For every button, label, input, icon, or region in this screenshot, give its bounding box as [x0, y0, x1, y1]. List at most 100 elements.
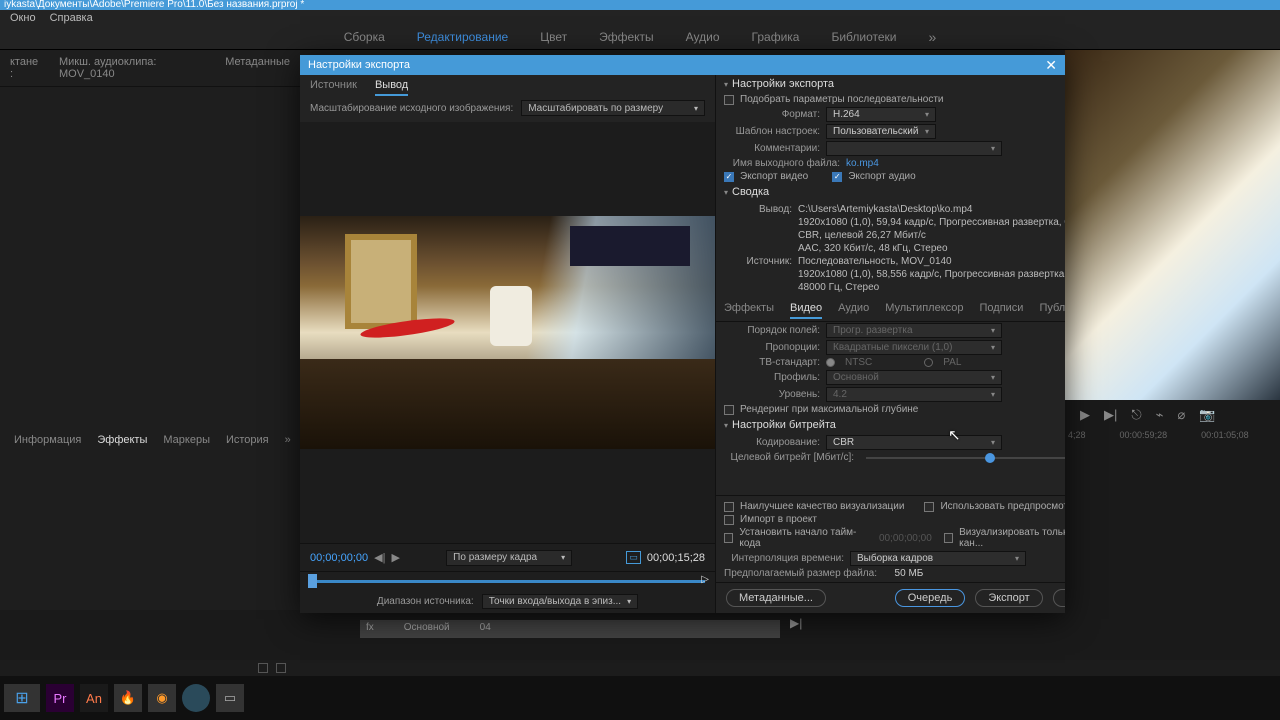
profile-select[interactable]: Основной — [826, 370, 1002, 385]
fit-select[interactable]: По размеру кадра — [446, 550, 572, 566]
lp-effects[interactable]: Эффекты — [97, 434, 147, 446]
taskbar-premiere-icon[interactable]: Pr — [46, 684, 74, 712]
range-select[interactable]: Точки входа/выхода в эпиз... — [482, 594, 638, 609]
vtab-effects[interactable]: Эффекты — [724, 302, 774, 319]
range-label: Диапазон источника: — [377, 596, 474, 607]
tl-play-icon[interactable]: ▶ — [1080, 407, 1090, 423]
menu-window[interactable]: Окно — [10, 12, 36, 24]
aspect-icon[interactable]: ▭ — [626, 551, 641, 564]
preview-area — [300, 122, 715, 543]
encoding-select[interactable]: CBR — [826, 435, 1002, 450]
bitrate-slider[interactable] — [866, 457, 1065, 459]
vtab-audio[interactable]: Аудио — [838, 302, 869, 319]
outname-label: Имя выходного файла: — [724, 158, 840, 169]
ws-audio[interactable]: Аудио — [686, 30, 720, 44]
ws-editing[interactable]: Редактирование — [417, 30, 508, 44]
vtab-publish[interactable]: Публикац... — [1039, 302, 1065, 319]
format-select[interactable]: H.264 — [826, 107, 936, 122]
match-seq-label: Подобрать параметры последовательности — [740, 94, 944, 105]
left-tab-2[interactable]: Микш. аудиоклипа: MOV_0140 — [59, 56, 209, 80]
status-icon-2[interactable] — [276, 663, 286, 673]
scrub-playhead[interactable] — [308, 574, 317, 588]
timecode-in[interactable]: 00;00;00;00 — [310, 552, 368, 564]
preset-label: Шаблон настроек: — [724, 126, 820, 137]
queue-button[interactable]: Очередь — [895, 589, 966, 607]
taskbar-chrome-icon[interactable] — [182, 684, 210, 712]
field-order-select[interactable]: Прогр. развертка — [826, 323, 1002, 338]
start-button[interactable]: ⊞ — [4, 684, 40, 712]
dialog-titlebar[interactable]: Настройки экспорта ✕ — [300, 55, 1065, 75]
tab-output[interactable]: Вывод — [375, 79, 408, 96]
tl-btn-c[interactable]: ⌀ — [1178, 407, 1186, 423]
lp-more[interactable]: » — [285, 434, 291, 446]
set-tc-checkbox[interactable] — [724, 533, 733, 543]
aspect-select[interactable]: Квадратные пиксели (1,0) — [826, 340, 1002, 355]
ws-libraries[interactable]: Библиотеки — [831, 30, 896, 44]
comment-input[interactable] — [826, 141, 1002, 156]
bitrate-head[interactable]: Настройки битрейта — [716, 416, 1065, 434]
preset-select[interactable]: Пользовательский — [826, 124, 936, 139]
vtab-mux[interactable]: Мультиплексор — [885, 302, 963, 319]
export-audio-checkbox[interactable] — [832, 172, 842, 182]
play-icon[interactable]: ▶ — [391, 551, 399, 564]
scale-label: Масштабирование исходного изображения: — [310, 103, 513, 114]
tab-source[interactable]: Источник — [310, 79, 357, 96]
scale-select[interactable]: Масштабировать по размеру — [521, 100, 705, 116]
ws-graphics[interactable]: Графика — [752, 30, 800, 44]
tl-step-icon[interactable]: ▶| — [1104, 407, 1117, 423]
lp-history[interactable]: История — [226, 434, 269, 446]
export-video-label: Экспорт видео — [740, 171, 808, 182]
play-in-icon[interactable]: ◀| — [374, 551, 385, 564]
export-settings-dialog: Настройки экспорта ✕ Источник Вывод Масш… — [300, 55, 1065, 613]
timeline-clip[interactable]: fx Основной 04 — [360, 620, 780, 638]
interp-select[interactable]: Выборка кадров — [850, 551, 1026, 566]
ws-effects[interactable]: Эффекты — [599, 30, 654, 44]
timeline-endmark-icon: ▶| — [790, 616, 802, 630]
export-button[interactable]: Экспорт — [975, 589, 1042, 607]
export-settings-head[interactable]: Настройки экспорта — [716, 75, 1065, 93]
taskbar-explorer-icon[interactable]: ▭ — [216, 684, 244, 712]
playbar: 00;00;00;00 ◀| ▶ По размеру кадра ▭ 00;0… — [300, 543, 715, 571]
alpha-only-checkbox[interactable] — [944, 533, 953, 543]
format-label: Формат: — [724, 109, 820, 120]
max-depth-checkbox[interactable] — [724, 405, 734, 415]
tl-btn-a[interactable]: ⎋ — [1131, 407, 1141, 423]
taskbar-app-icon[interactable]: 🔥 — [114, 684, 142, 712]
menu-help[interactable]: Справка — [50, 12, 93, 24]
left-tab-3[interactable]: Метаданные — [225, 56, 290, 80]
workspace-bar: Сборка Редактирование Цвет Эффекты Аудио… — [0, 25, 1280, 50]
dialog-left: Источник Вывод Масштабирование исходного… — [300, 75, 716, 613]
taskbar-blender-icon[interactable]: ◉ — [148, 684, 176, 712]
close-icon[interactable]: ✕ — [1045, 57, 1057, 74]
vtab-video[interactable]: Видео — [790, 302, 822, 319]
lp-markers[interactable]: Маркеры — [163, 434, 210, 446]
export-video-checkbox[interactable] — [724, 172, 734, 182]
pal-radio[interactable] — [924, 358, 933, 367]
taskbar: ⊞ Pr An 🔥 ◉ ▭ — [0, 676, 1280, 720]
video-settings-scroll[interactable]: Порядок полей:Прогр. развертка Пропорции… — [716, 322, 1065, 495]
preview-image — [300, 216, 715, 449]
cancel-button[interactable]: Отмена — [1053, 589, 1065, 607]
ntsc-radio[interactable] — [826, 358, 835, 367]
status-icon-1[interactable] — [258, 663, 268, 673]
lp-info[interactable]: Информация — [14, 434, 81, 446]
taskbar-animate-icon[interactable]: An — [80, 684, 108, 712]
scrub-end-icon[interactable]: ▷ — [701, 574, 709, 585]
summary-head[interactable]: Сводка — [716, 183, 1065, 201]
tl-btn-b[interactable]: ⌁ — [1156, 407, 1164, 423]
scrub-bar[interactable]: ▷ — [300, 571, 715, 589]
level-select[interactable]: 4.2 — [826, 387, 1002, 402]
match-seq-checkbox[interactable] — [724, 95, 734, 105]
ws-assembly[interactable]: Сборка — [344, 30, 385, 44]
use-preview-checkbox[interactable] — [924, 502, 934, 512]
max-quality-checkbox[interactable] — [724, 502, 734, 512]
vtab-captions[interactable]: Подписи — [980, 302, 1024, 319]
output-name-link[interactable]: ko.mp4 — [846, 158, 879, 169]
left-tab-1[interactable]: ктане : — [10, 56, 43, 80]
metadata-button[interactable]: Метаданные... — [726, 589, 826, 607]
import-project-checkbox[interactable] — [724, 515, 734, 525]
ws-more[interactable]: » — [928, 29, 936, 45]
ws-color[interactable]: Цвет — [540, 30, 567, 44]
tl-snapshot-icon[interactable]: 📷 — [1199, 407, 1215, 423]
program-monitor — [1065, 50, 1280, 400]
